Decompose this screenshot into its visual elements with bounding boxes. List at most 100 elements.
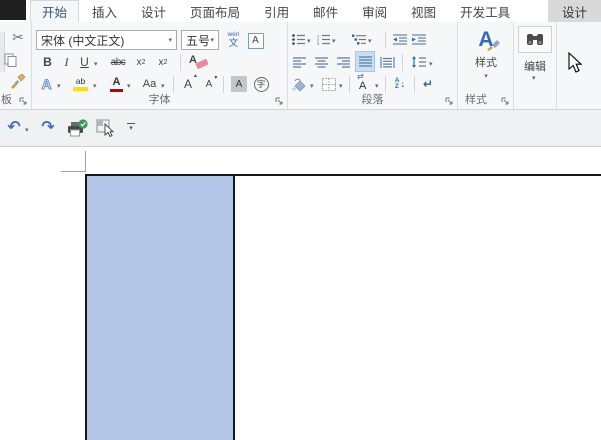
justify-icon [358, 56, 372, 67]
highlight-dropdown[interactable] [93, 82, 97, 90]
multilevel-list-dropdown[interactable] [368, 37, 372, 45]
print-preview-button[interactable] [66, 118, 90, 138]
underline-dropdown[interactable] [94, 60, 98, 68]
page-margin-crop-mark-vertical [85, 151, 86, 172]
word-window: 开始 插入 设计 页面布局 引用 邮件 审阅 视图 开发工具 设计 ✂ 板 宋体… [0, 0, 601, 440]
chevron-down-icon [484, 73, 488, 80]
tab-developer[interactable]: 开发工具 [449, 0, 521, 22]
font-color-icon: A [110, 76, 123, 92]
numbering-dropdown[interactable] [332, 37, 336, 45]
qat-customize-button[interactable] [126, 123, 136, 132]
chevron-down-icon [168, 37, 172, 44]
multilevel-list-icon [352, 34, 366, 44]
editing-group: 编辑 [514, 22, 557, 109]
enclose-characters-icon: 字 [253, 76, 269, 92]
multilevel-list-button[interactable] [351, 30, 367, 48]
styles-dialog-launcher[interactable] [501, 97, 510, 106]
font-dialog-launcher[interactable] [275, 97, 284, 106]
styles-icon: A [478, 29, 501, 51]
copy-icon [4, 53, 17, 67]
distributed-button[interactable] [378, 53, 396, 71]
document-area[interactable] [0, 147, 601, 440]
bold-button[interactable]: B [40, 53, 55, 71]
tab-mailings[interactable]: 邮件 [302, 0, 349, 22]
undo-button[interactable]: ↶ [5, 119, 23, 137]
font-size-combobox[interactable]: 五号 [181, 30, 219, 50]
subscript-button[interactable]: x2 [132, 53, 150, 71]
line-spacing-dropdown[interactable] [429, 60, 433, 68]
file-tab-stub[interactable] [0, 0, 26, 20]
tab-design[interactable]: 设计 [130, 0, 177, 22]
align-center-icon [314, 56, 328, 68]
tab-page-layout[interactable]: 页面布局 [179, 0, 251, 22]
decrease-indent-button[interactable] [392, 30, 408, 48]
line-spacing-icon [412, 56, 426, 68]
shrink-font-icon: A ▼ [205, 74, 219, 90]
distributed-icon [380, 56, 394, 68]
borders-dropdown[interactable] [339, 82, 343, 90]
increase-indent-icon [412, 33, 426, 45]
quick-access-toolbar: ↶ ↷ [0, 110, 601, 147]
decrease-indent-icon [393, 33, 407, 45]
clear-formatting-button[interactable]: A [188, 53, 212, 71]
styles-button[interactable]: A 样式 [458, 26, 514, 82]
format-painter-button[interactable] [6, 72, 28, 90]
justify-button[interactable] [355, 51, 375, 72]
increase-indent-button[interactable] [411, 30, 427, 48]
undo-icon: ↶ [7, 119, 21, 136]
line-spacing-button[interactable] [410, 53, 427, 71]
sort-icon: AZ ↓ [394, 76, 406, 90]
highlight-icon: ab [73, 77, 88, 91]
font-group: 宋体 (中文正文) 五号 wén 文 A B I U abc [32, 22, 288, 109]
asian-layout-dropdown[interactable] [375, 82, 379, 90]
paragraph-dialog-launcher[interactable] [445, 97, 454, 106]
clipboard-dialog-launcher[interactable] [19, 97, 28, 106]
text-effects-icon: A [41, 76, 52, 93]
font-group-label: 字体 [148, 94, 171, 106]
redo-button[interactable]: ↷ [39, 119, 57, 137]
copy-button[interactable] [2, 51, 20, 69]
redo-icon: ↷ [41, 119, 55, 136]
align-left-button[interactable] [291, 53, 307, 71]
styles-button-label: 样式 [475, 56, 497, 69]
tab-view[interactable]: 视图 [400, 0, 447, 22]
cut-button[interactable]: ✂ [8, 28, 28, 46]
editing-button-label: 编辑 [524, 61, 546, 73]
text-effects-dropdown[interactable] [57, 82, 61, 90]
find-button[interactable] [518, 26, 552, 53]
select-objects-button[interactable] [94, 118, 118, 138]
tab-table-design-contextual[interactable]: 设计 [548, 0, 601, 22]
chevron-down-icon [210, 37, 214, 44]
font-name-combobox[interactable]: 宋体 (中文正文) [36, 30, 177, 50]
shading-dropdown[interactable] [310, 82, 314, 90]
bullets-dropdown[interactable] [307, 37, 311, 45]
scissors-icon: ✂ [12, 28, 24, 45]
tab-references[interactable]: 引用 [253, 0, 300, 22]
character-scaling-icon: ⇄ A [357, 72, 367, 92]
phonetic-guide-button[interactable]: wén 文 [223, 30, 244, 50]
printer-check-icon [68, 118, 88, 136]
numbering-button[interactable]: 123 [316, 30, 331, 48]
character-shading-icon: A [231, 76, 247, 92]
bullets-button[interactable] [291, 30, 306, 48]
chevron-down-icon [129, 125, 133, 132]
styles-group: A 样式 样式 [458, 22, 514, 109]
superscript-button[interactable]: x2 [154, 53, 172, 71]
tab-review[interactable]: 审阅 [351, 0, 398, 22]
font-color-dropdown[interactable] [127, 82, 131, 90]
align-right-button[interactable] [335, 53, 351, 71]
strikethrough-button[interactable]: abc [107, 53, 129, 71]
align-center-button[interactable] [313, 53, 329, 71]
change-case-dropdown[interactable] [161, 82, 165, 90]
editing-dropdown[interactable] [532, 74, 536, 82]
binoculars-icon [527, 34, 543, 45]
underline-button[interactable]: U [77, 53, 92, 71]
selected-table-cell[interactable] [85, 176, 235, 440]
mouse-cursor [568, 52, 583, 73]
undo-dropdown[interactable] [25, 126, 29, 134]
tab-insert[interactable]: 插入 [81, 0, 128, 22]
tab-home[interactable]: 开始 [30, 0, 80, 22]
character-border-button[interactable]: A [246, 31, 265, 50]
italic-button[interactable]: I [61, 53, 72, 71]
numbering-icon: 123 [317, 34, 330, 45]
